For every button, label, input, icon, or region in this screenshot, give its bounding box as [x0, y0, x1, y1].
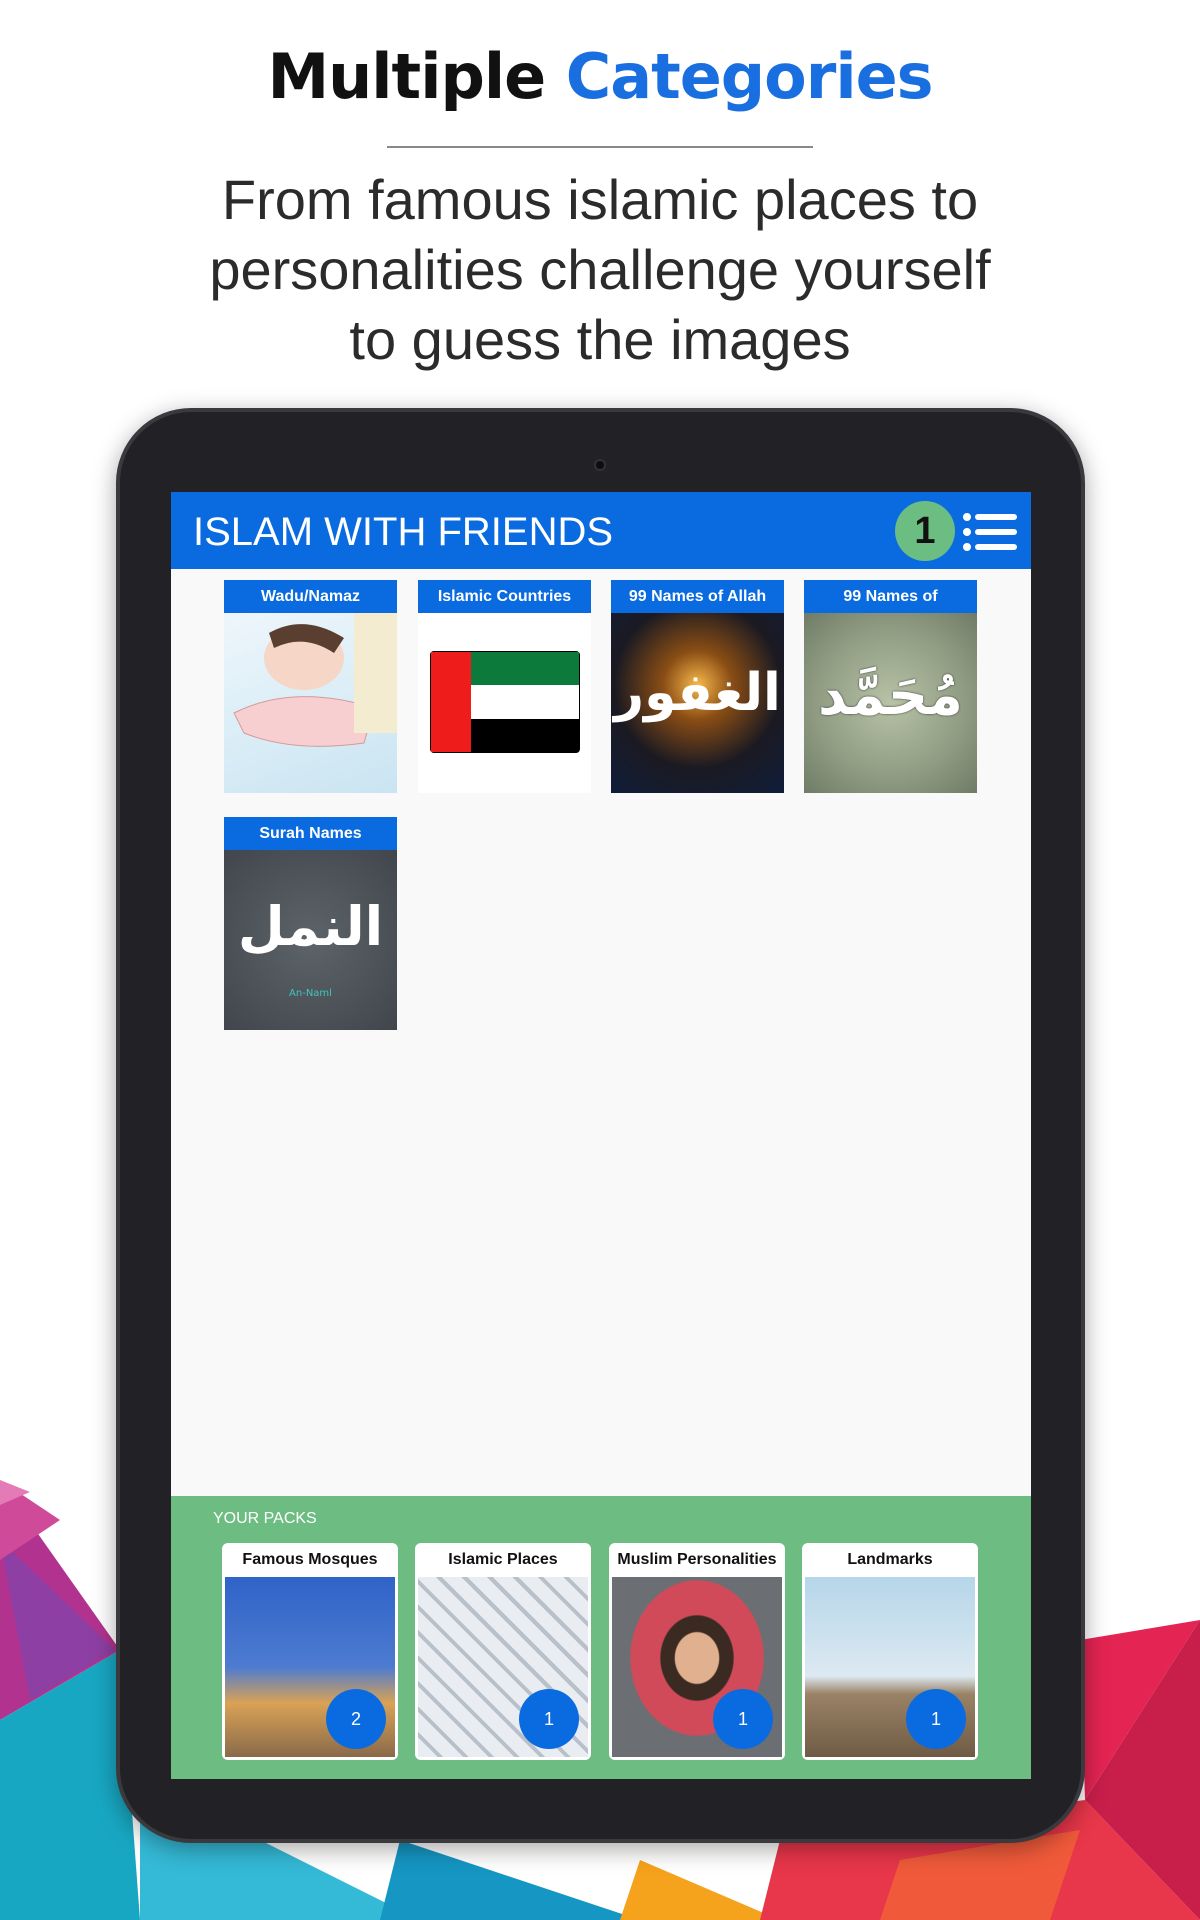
coins-badge[interactable]: 1 — [895, 501, 955, 561]
pack-label: Muslim Personalities — [617, 1551, 777, 1568]
promo-screen: Multiple Categories From famous islamic … — [0, 0, 1200, 1920]
your-packs-panel: YOUR PACKS Famous Mosques 2 Islamic Plac… — [171, 1496, 1031, 1779]
camera-icon — [594, 459, 606, 471]
divider — [387, 146, 813, 148]
pack-label: Islamic Places — [448, 1551, 558, 1568]
category-card-surah-names[interactable]: Surah Names النمل An-Naml — [224, 817, 397, 1030]
calligraphy-text: مُحَمَّد — [818, 663, 963, 728]
packs-title: YOUR PACKS — [213, 1510, 317, 1527]
calligraphy-text: الغفور — [614, 663, 781, 723]
category-label: 99 Names of Allah — [611, 580, 784, 613]
pack-count-badge: 1 — [713, 1689, 773, 1749]
pack-count-badge: 1 — [519, 1689, 579, 1749]
uae-flag — [418, 613, 591, 793]
pack-famous-mosques[interactable]: Famous Mosques 2 — [222, 1543, 398, 1760]
calligraphy-caption: An-Naml — [289, 988, 332, 999]
headline-part2: Categories — [565, 40, 934, 113]
category-label: Islamic Countries — [418, 580, 591, 613]
pack-count-badge: 2 — [326, 1689, 386, 1749]
app-screen: ISLAM WITH FRIENDS 1 Wadu/Namaz Islamic … — [171, 492, 1031, 1779]
calligraphy-text: النمل — [237, 895, 384, 958]
list-menu-icon[interactable] — [963, 512, 1017, 552]
subtitle: From famous islamic places to personalit… — [150, 165, 1050, 375]
pack-label: Landmarks — [847, 1551, 933, 1568]
category-card-countries[interactable]: Islamic Countries — [418, 580, 591, 793]
subtitle-line: From famous islamic places to — [221, 168, 979, 231]
calligraphy-image: الغفور — [611, 613, 784, 793]
subtitle-line: personalities challenge yourself — [209, 238, 991, 301]
pack-islamic-places[interactable]: Islamic Places 1 — [415, 1543, 591, 1760]
app-title: ISLAM WITH FRIENDS — [193, 510, 614, 554]
category-card-99-names-allah[interactable]: 99 Names of Allah الغفور — [611, 580, 784, 793]
category-card-99-names-muhammad[interactable]: 99 Names of مُحَمَّد — [804, 580, 977, 793]
calligraphy-image: مُحَمَّد — [804, 613, 977, 793]
app-bar: ISLAM WITH FRIENDS 1 — [171, 492, 1031, 569]
pack-count-badge: 1 — [906, 1689, 966, 1749]
category-label: 99 Names of — [804, 580, 977, 613]
pack-muslim-personalities[interactable]: Muslim Personalities 1 — [609, 1543, 785, 1760]
category-card-wadu[interactable]: Wadu/Namaz — [224, 580, 397, 793]
category-label: Wadu/Namaz — [224, 580, 397, 613]
subtitle-line: to guess the images — [349, 308, 851, 371]
category-label: Surah Names — [224, 817, 397, 850]
calligraphy-image: النمل An-Naml — [224, 850, 397, 1030]
pack-landmarks[interactable]: Landmarks 1 — [802, 1543, 978, 1760]
pack-label: Famous Mosques — [242, 1551, 378, 1568]
headline-part1: Multiple — [267, 40, 546, 113]
headline: Multiple Categories — [0, 40, 1200, 113]
wudu-illustration — [224, 613, 397, 793]
